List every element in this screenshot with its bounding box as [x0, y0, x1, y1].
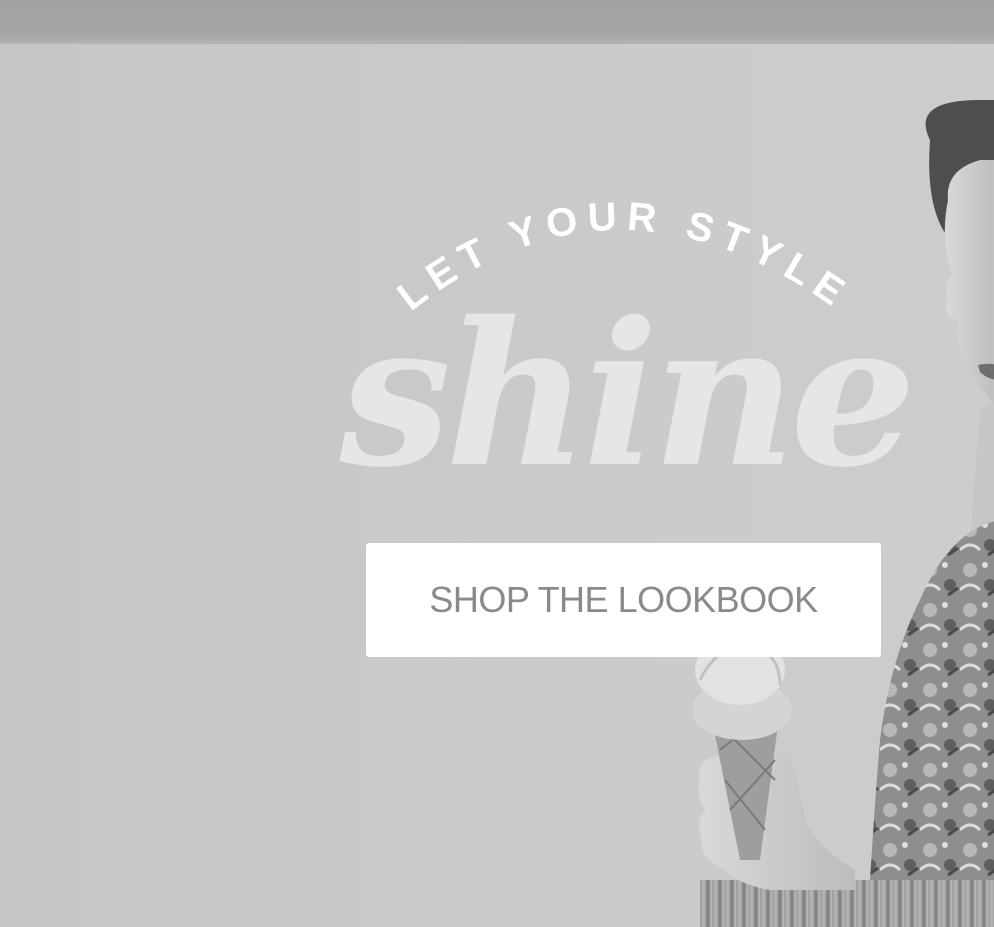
- top-bar: [0, 0, 994, 44]
- shop-lookbook-label: SHOP THE LOOKBOOK: [429, 579, 818, 620]
- shop-lookbook-button[interactable]: SHOP THE LOOKBOOK: [366, 543, 881, 657]
- woman-holding-ice-cream-photo: [692, 100, 994, 890]
- page: LET YOUR STYLE shine SHOP THE LOOKBOOK: [0, 0, 994, 927]
